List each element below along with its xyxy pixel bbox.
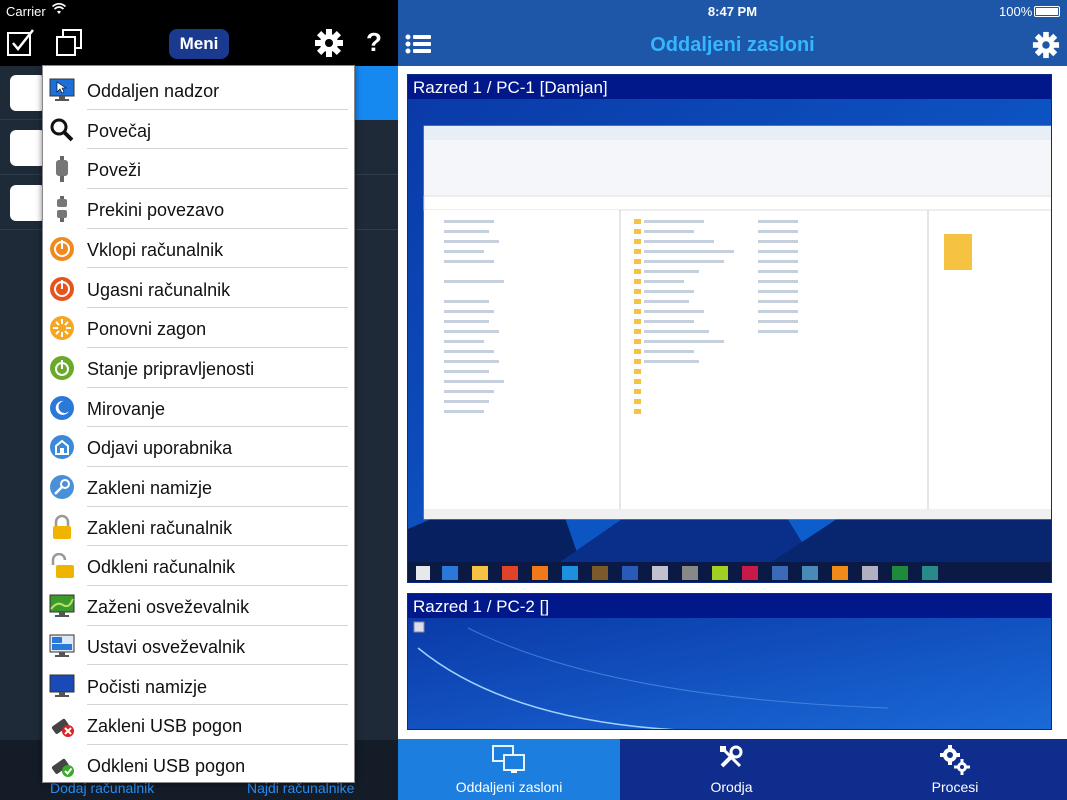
navigation-bar: 8:47 PM 100% Oddaljeni zasloni xyxy=(398,0,1067,66)
remote-desktop-thumbnail xyxy=(408,99,1051,582)
help-button[interactable]: ? xyxy=(366,27,382,58)
power-on-icon xyxy=(50,236,74,261)
menu-item-label: Povečaj xyxy=(87,120,152,141)
menu-item-shutdown[interactable]: Ugasni računalnik xyxy=(43,269,354,309)
gears-icon xyxy=(940,745,970,775)
tab-tools[interactable]: Orodja xyxy=(620,739,843,800)
menu-item-label: Poveži xyxy=(87,160,142,181)
menu-item-label: Zakleni namizje xyxy=(87,478,213,498)
menu-item-label: Odkleni računalnik xyxy=(87,557,236,578)
menu-button[interactable]: Meni xyxy=(169,29,229,59)
screensaver-start-icon xyxy=(49,594,75,618)
magnifier-icon xyxy=(50,118,74,142)
left-toolbar: Meni ? xyxy=(0,22,398,66)
plug-connect-icon xyxy=(56,156,68,183)
menu-item-remote-control[interactable]: Oddaljen nadzor xyxy=(43,70,354,110)
menu-item-label: Ponovni zagon xyxy=(87,319,207,340)
battery-icon xyxy=(1034,6,1060,17)
status-time: 8:47 PM xyxy=(707,4,758,19)
menu-item-power-on[interactable]: Vklopi računalnik xyxy=(43,229,354,269)
monitor-cursor-icon xyxy=(49,78,75,101)
screen-caption: Razred 1 / PC-1 [Damjan] xyxy=(413,78,608,97)
row-selected-indicator xyxy=(355,66,398,120)
remote-screen-tile[interactable]: Razred 1 / PC-1 [Damjan] xyxy=(407,74,1052,583)
remote-desktop-thumbnail xyxy=(408,618,1051,729)
menu-item-zoom[interactable]: Povečaj xyxy=(43,110,354,150)
menu-item-lock-computer[interactable]: Zakleni računalnik xyxy=(43,507,354,547)
padlock-open-icon xyxy=(51,553,74,579)
screen-caption: Razred 1 / PC-2 [] xyxy=(413,597,550,616)
menu-item-unlock-usb[interactable]: Odkleni USB pogon xyxy=(43,745,354,785)
usb-lock-icon xyxy=(51,719,74,738)
menu-item-stop-screensaver[interactable]: Ustavi osveževalnik xyxy=(43,626,354,666)
row-checkbox[interactable] xyxy=(10,75,46,111)
gear-icon[interactable] xyxy=(314,28,344,58)
menu-item-standby[interactable]: Stanje pripravljenosti xyxy=(43,348,354,388)
menu-item-label: Zaženi osveževalnik xyxy=(87,597,250,618)
menu-item-label: Ustavi osveževalnik xyxy=(87,636,246,657)
menu-item-label: Zakleni USB pogon xyxy=(87,716,243,737)
menu-item-hibernate[interactable]: Mirovanje xyxy=(43,388,354,428)
menu-item-label: Stanje pripravljenosti xyxy=(87,358,255,379)
logoff-icon xyxy=(50,435,74,460)
menu-item-start-screensaver[interactable]: Zaženi osveževalnik xyxy=(43,586,354,626)
menu-item-label: Zakleni računalnik xyxy=(87,517,233,538)
remote-screen-tile[interactable]: Razred 1 / PC-2 [] xyxy=(407,593,1052,730)
row-checkbox[interactable] xyxy=(10,130,46,166)
padlock-closed-icon xyxy=(53,514,71,539)
carrier-label: Carrier xyxy=(6,4,46,19)
actions-menu: Oddaljen nadzor Povečaj Poveži Prekini p… xyxy=(42,65,355,783)
menu-item-clear-desktop[interactable]: Počisti namizje xyxy=(43,666,354,706)
status-bar-left: Carrier xyxy=(0,0,398,22)
hibernate-icon xyxy=(50,395,74,420)
menu-item-disconnect[interactable]: Prekini povezavo xyxy=(43,189,354,229)
battery-percent: 100% xyxy=(999,4,1033,19)
tab-label: Procesi xyxy=(931,779,979,795)
menu-item-lock-usb[interactable]: Zakleni USB pogon xyxy=(43,705,354,745)
restart-icon xyxy=(50,316,74,341)
gear-icon[interactable] xyxy=(1032,31,1060,59)
menu-item-label: Prekini povezavo xyxy=(87,200,225,221)
tab-remote-screens[interactable]: Oddaljeni zasloni xyxy=(398,739,620,800)
menu-item-label: Počisti namizje xyxy=(87,676,208,697)
monitors-icon xyxy=(492,745,525,773)
tab-bar: Oddaljeni zasloni Orodja Procesi xyxy=(398,739,1067,800)
menu-item-label: Ugasni računalnik xyxy=(87,279,231,300)
menu-item-restart[interactable]: Ponovni zagon xyxy=(43,308,354,348)
menu-item-label: Oddaljen nadzor xyxy=(87,81,220,101)
row-checkbox[interactable] xyxy=(10,185,46,221)
menu-item-label: Odkleni USB pogon xyxy=(87,755,246,776)
tab-label: Oddaljeni zasloni xyxy=(455,779,563,795)
checkbox-select-all-icon[interactable] xyxy=(6,28,36,58)
menu-item-label: Odjavi uporabnika xyxy=(87,438,233,459)
tools-icon xyxy=(720,745,743,768)
multi-select-icon[interactable] xyxy=(54,28,84,58)
tab-processes[interactable]: Procesi xyxy=(843,739,1067,800)
standby-icon xyxy=(50,355,74,380)
menu-item-label: Vklopi računalnik xyxy=(87,239,224,260)
right-pane: 8:47 PM 100% Oddaljeni zasloni Razred 1 … xyxy=(398,0,1067,800)
power-off-icon xyxy=(50,276,74,301)
usb-unlock-icon xyxy=(51,758,74,777)
menu-item-unlock-computer[interactable]: Odkleni računalnik xyxy=(43,546,354,587)
tab-label: Orodja xyxy=(710,779,753,795)
menu-item-connect[interactable]: Poveži xyxy=(43,149,354,190)
lock-desktop-icon xyxy=(50,475,74,499)
menu-item-logoff[interactable]: Odjavi uporabnika xyxy=(43,427,354,467)
page-title: Oddaljeni zasloni xyxy=(650,34,815,56)
screensaver-stop-icon xyxy=(49,634,75,657)
wifi-icon xyxy=(52,3,66,14)
clear-desktop-icon xyxy=(49,674,75,697)
menu-item-label: Mirovanje xyxy=(87,398,166,419)
plug-disconnect-icon xyxy=(57,196,67,223)
menu-item-lock-desktop[interactable]: Zakleni namizje xyxy=(43,467,354,507)
